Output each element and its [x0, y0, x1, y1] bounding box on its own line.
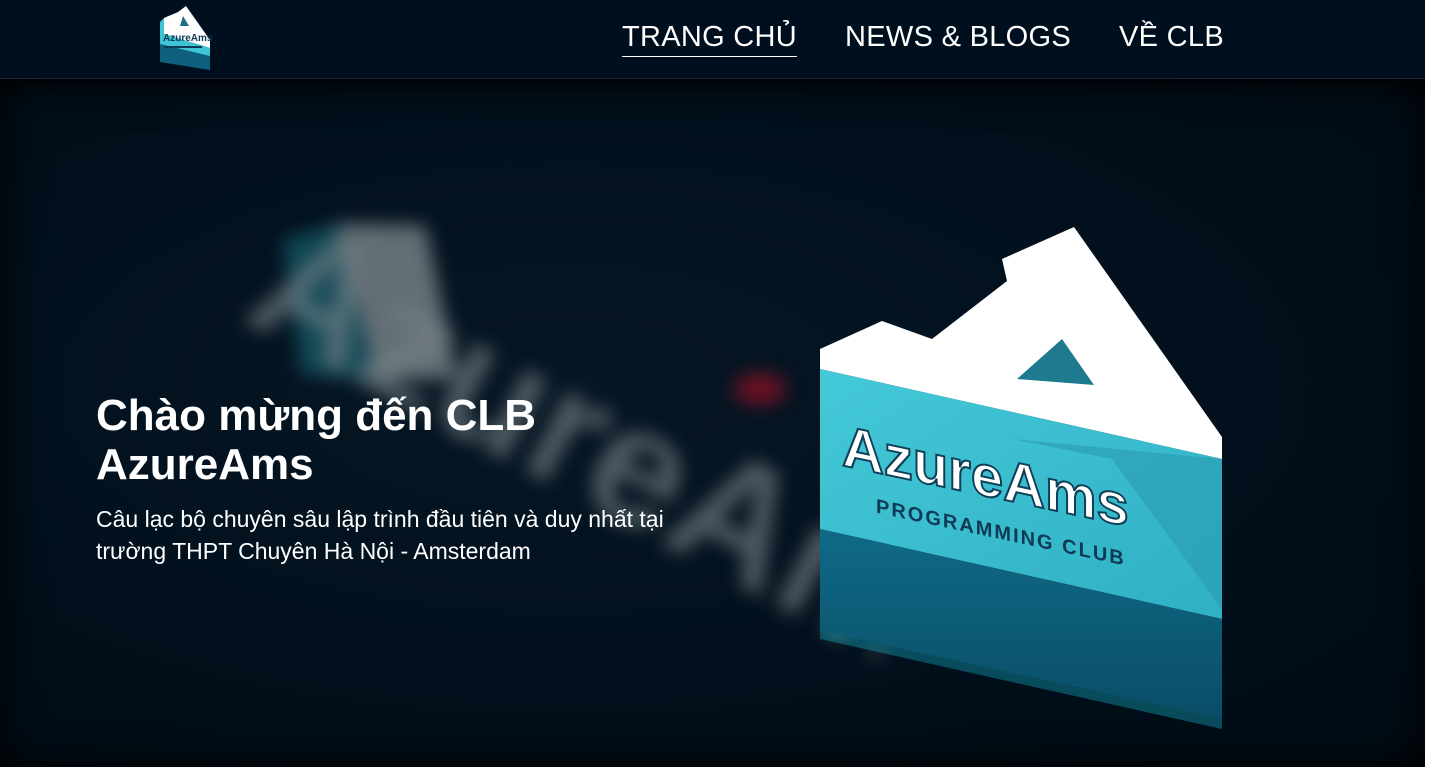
navbar: AzureAms TRANG CHỦ NEWS & BLOGS VỀ CLB	[0, 0, 1425, 79]
nav-link-home[interactable]: TRANG CHỦ	[621, 20, 798, 57]
hero-section: AzureAms Chào mừng đến CLB AzureAms Câu …	[0, 79, 1425, 767]
hero-subtitle: Câu lạc bộ chuyên sâu lập trình đầu tiên…	[96, 506, 664, 564]
azureams-3d-logo: AzureAms PROGRAMMING CLUB	[820, 227, 1222, 729]
nav-link-about-club[interactable]: VỀ CLB	[1119, 20, 1224, 57]
nav-links: TRANG CHỦ NEWS & BLOGS VỀ CLB	[621, 20, 1224, 57]
hero-text: Chào mừng đến CLB AzureAms Câu lạc bộ ch…	[96, 391, 716, 567]
logo-wordmark: AzureAms	[163, 33, 213, 44]
azureams-logo[interactable]: AzureAms	[156, 4, 216, 74]
hero-title: Chào mừng đến CLB AzureAms	[96, 391, 537, 489]
page: AzureAms TRANG CHỦ NEWS & BLOGS VỀ CLB A…	[0, 0, 1425, 767]
page-edge	[1425, 0, 1429, 767]
nav-link-news-blogs[interactable]: NEWS & BLOGS	[845, 20, 1071, 57]
